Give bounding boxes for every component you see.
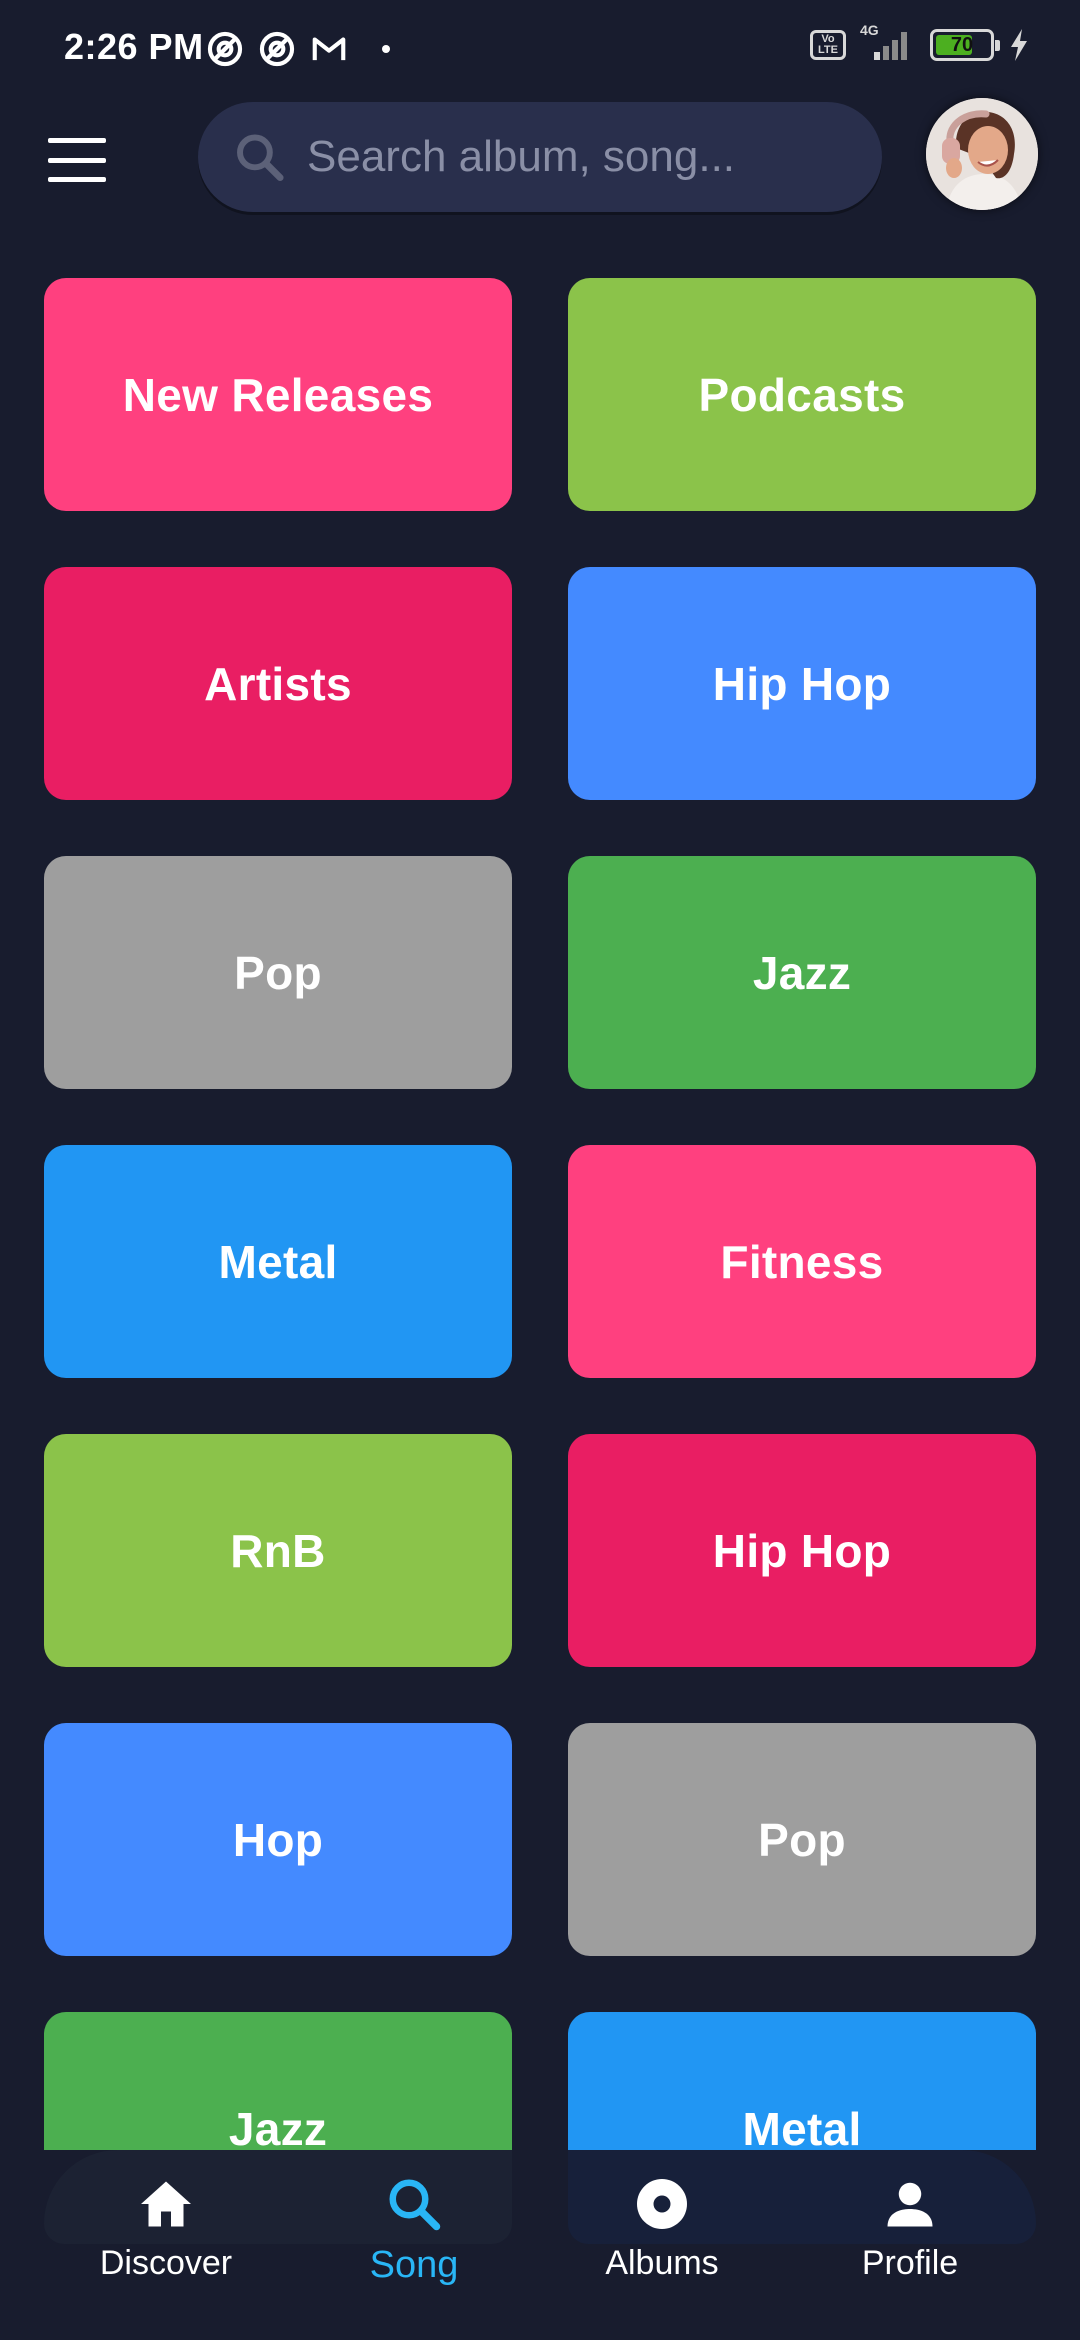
category-label: RnB <box>230 1524 326 1577</box>
category-tile[interactable]: Jazz <box>568 856 1036 1089</box>
volte-badge: Vo LTE <box>810 30 846 60</box>
category-tile[interactable]: Pop <box>44 856 512 1089</box>
bottom-navigation: Discover Song Albums Profile <box>44 2150 1036 2286</box>
category-tile[interactable]: Metal <box>44 1145 512 1378</box>
category-label: Hip Hop <box>712 657 892 710</box>
app-screen: 2:26 PM Vo LTE 4G 70 Search album, song.… <box>0 0 1080 2340</box>
category-label: New Releases <box>122 368 434 421</box>
category-label: Hop <box>232 1813 324 1866</box>
category-tile[interactable]: Artists <box>44 567 512 800</box>
search-icon <box>237 134 284 182</box>
status-bar: 2:26 PM Vo LTE 4G 70 <box>0 0 1080 96</box>
category-label: Fitness <box>720 1235 884 1288</box>
category-tile[interactable]: Fitness <box>568 1145 1036 1378</box>
nav-label-discover: Discover <box>99 2244 233 2282</box>
nav-label-albums: Albums <box>605 2244 719 2282</box>
status-time: 2:26 PM <box>64 26 204 67</box>
category-grid: New Releases Podcasts Artists Hip Hop Po… <box>44 278 1036 2245</box>
avatar-image <box>926 98 1038 210</box>
nav-discover[interactable]: Discover <box>66 2174 266 2283</box>
nav-song[interactable]: Song <box>314 2174 514 2287</box>
category-tile[interactable]: New Releases <box>44 278 512 511</box>
notification-icon <box>207 31 243 67</box>
signal-icon: 4G <box>860 22 916 62</box>
category-tile[interactable]: Pop <box>568 1723 1036 1956</box>
category-label: Metal <box>742 2102 862 2155</box>
user-avatar[interactable] <box>926 98 1038 210</box>
gmail-icon <box>312 37 346 61</box>
category-tile[interactable]: RnB <box>44 1434 512 1667</box>
category-label: Pop <box>234 946 322 999</box>
nav-profile[interactable]: Profile <box>810 2174 1010 2283</box>
more-notifications-dot <box>382 45 390 53</box>
category-label: Jazz <box>752 946 852 999</box>
charging-icon <box>1011 29 1027 61</box>
disc-icon <box>637 2179 687 2229</box>
category-tile[interactable]: Hop <box>44 1723 512 1956</box>
status-system-icons: Vo LTE 4G 70 <box>810 22 1030 62</box>
category-tile[interactable]: Hip Hop <box>568 1434 1036 1667</box>
category-label: Hip Hop <box>712 1524 892 1577</box>
search-input[interactable] <box>307 132 882 182</box>
battery-level: 70 <box>950 34 974 56</box>
category-label: Pop <box>758 1813 846 1866</box>
search-bar[interactable] <box>198 102 882 212</box>
category-label: Artists <box>204 657 352 710</box>
search-icon <box>389 2179 441 2231</box>
category-label: Metal <box>218 1235 338 1288</box>
nav-label-profile: Profile <box>861 2244 959 2282</box>
home-icon <box>141 2181 191 2227</box>
category-label: Podcasts <box>698 368 906 421</box>
battery-indicator: 70 <box>930 29 1000 61</box>
hamburger-menu-icon[interactable] <box>48 138 106 182</box>
app-header <box>0 98 1080 220</box>
person-icon <box>887 2182 933 2227</box>
notification-icon <box>259 31 295 67</box>
nav-label-song: Song <box>369 2244 459 2286</box>
status-notification-icons <box>206 30 390 68</box>
category-tile[interactable]: Hip Hop <box>568 567 1036 800</box>
category-label: Jazz <box>228 2102 328 2155</box>
nav-albums[interactable]: Albums <box>562 2174 762 2283</box>
category-tile[interactable]: Podcasts <box>568 278 1036 511</box>
